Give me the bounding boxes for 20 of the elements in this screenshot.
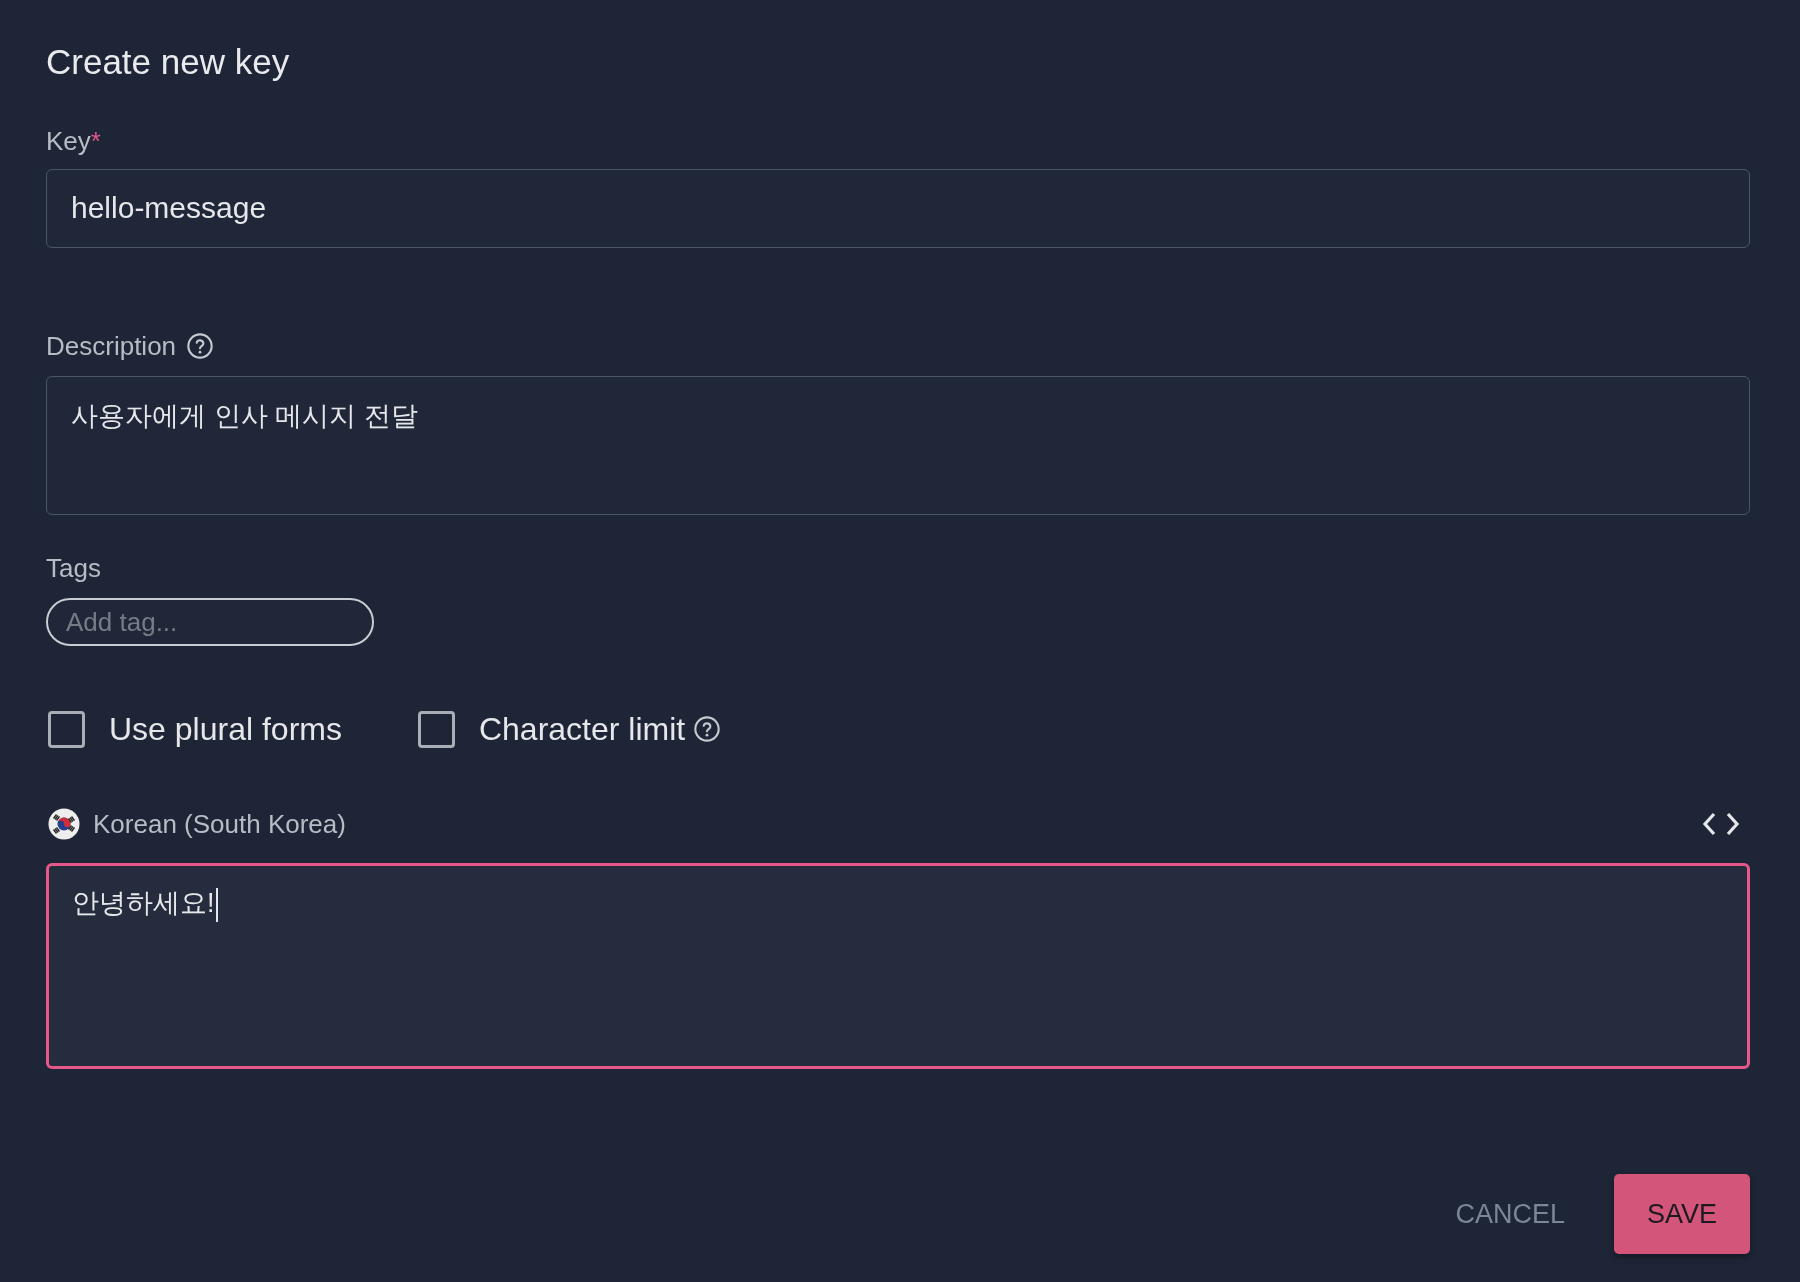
key-input[interactable]: hello-message <box>46 169 1750 248</box>
code-icon[interactable] <box>1702 812 1740 836</box>
field-label: Tags <box>46 553 101 583</box>
translation-textarea[interactable]: 안녕하세요! <box>46 863 1750 1069</box>
help-icon[interactable] <box>186 332 215 360</box>
cancel-button[interactable]: CANCEL <box>1439 1174 1581 1254</box>
checkbox[interactable] <box>417 710 455 748</box>
tag-input[interactable]: Add tag... <box>46 598 374 646</box>
checkbox-label[interactable]: Character limit <box>478 709 686 749</box>
checkbox-label[interactable]: Use plural forms <box>109 709 342 749</box>
dialog-title: Create new key <box>46 42 290 82</box>
save-button[interactable]: SAVE <box>1613 1174 1750 1254</box>
text-cursor-icon <box>215 887 218 922</box>
help-icon[interactable] <box>693 715 722 743</box>
checkbox[interactable] <box>48 710 85 748</box>
flag-icon <box>48 808 80 840</box>
description-textarea[interactable]: 사용자에게 인사 메시지 전달 <box>46 376 1750 515</box>
field-label: Description <box>46 331 177 361</box>
field-label: Key* <box>46 126 101 156</box>
language-label: Korean (South Korea) <box>93 808 346 840</box>
